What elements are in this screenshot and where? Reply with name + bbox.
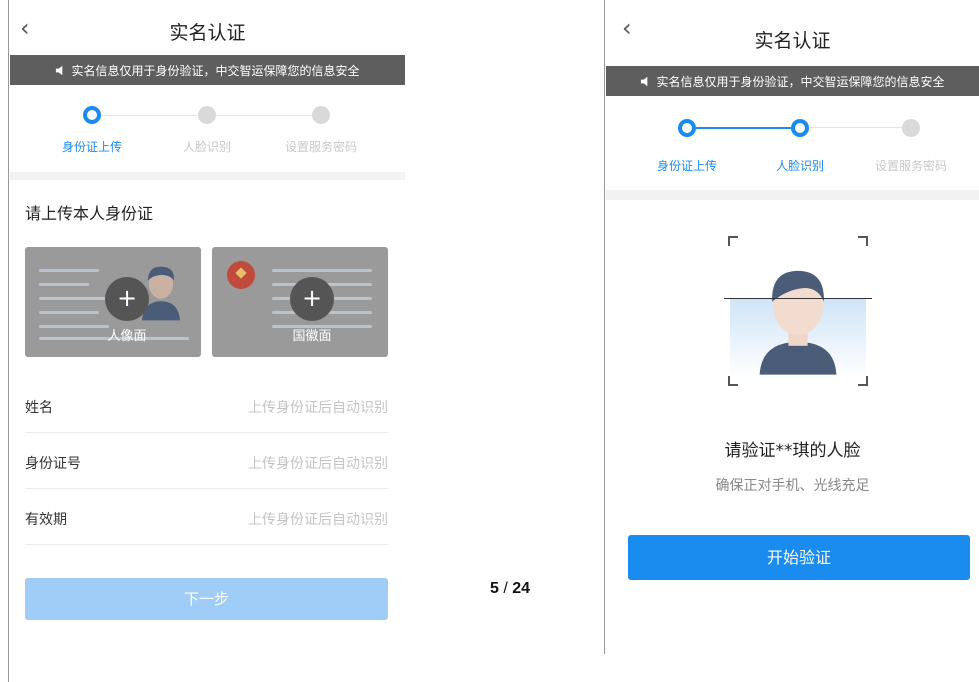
add-emblem-button[interactable]: + [290, 277, 334, 321]
progress-steps: 身份证上传 人脸识别 设置服务密码 [606, 117, 979, 187]
face-scan-frame [724, 236, 872, 386]
next-button[interactable]: 下一步 [25, 578, 388, 620]
page-current: 5 [490, 580, 499, 597]
section-divider [10, 172, 405, 180]
step-label-1: 身份证上传 [656, 159, 717, 173]
step-label-2: 人脸识别 [775, 159, 824, 173]
start-verify-button[interactable]: 开始验证 [628, 535, 970, 580]
security-notice: 实名信息仅用于身份验证，中交智运保障您的信息安全 [606, 66, 979, 96]
screen-divider [604, 0, 605, 654]
page-title: 实名认证 [754, 30, 831, 52]
name-label: 姓名 [25, 400, 53, 416]
frame-corner [728, 236, 738, 246]
emblem-label: 国徽面 [292, 329, 332, 344]
step-connector [100, 115, 197, 116]
step-label-3: 设置服务密码 [874, 159, 947, 173]
speaker-icon [56, 65, 63, 75]
add-portrait-button[interactable]: + [105, 277, 149, 321]
step-dot-1 [83, 106, 101, 124]
face-avatar-icon [759, 270, 837, 375]
page-border-left [8, 0, 9, 682]
name-field[interactable]: 上传身份证后自动识别 [248, 397, 388, 417]
card-line [39, 283, 89, 286]
page-total: 24 [512, 580, 531, 597]
id-number-field[interactable]: 上传身份证后自动识别 [248, 453, 388, 473]
form-row-validity[interactable]: 有效期 上传身份证后自动识别 [25, 489, 388, 545]
verify-hint: 确保正对手机、光线充足 [715, 478, 870, 494]
upload-section-title: 请上传本人身份证 [25, 204, 154, 223]
card-line [39, 297, 109, 300]
portrait-label: 人像面 [107, 329, 147, 344]
id-number-label: 身份证号 [25, 456, 81, 472]
upload-card-emblem[interactable]: + 国徽面 [212, 247, 388, 357]
left-screen: ‹ 实名认证 实名信息仅用于身份验证，中交智运保障您的信息安全 身份证上传 人脸… [10, 0, 405, 682]
step-connector [696, 127, 793, 129]
upload-card-portrait[interactable]: + 人像面 [25, 247, 201, 357]
page-separator: / [503, 580, 508, 597]
emblem-icon [227, 261, 255, 289]
step-dot-1 [678, 119, 696, 137]
card-line [272, 269, 372, 272]
step-label-3: 设置服务密码 [284, 140, 357, 154]
section-divider [606, 190, 979, 200]
step-connector [809, 127, 904, 128]
step-dot-3 [902, 119, 920, 137]
progress-steps: 身份证上传 人脸识别 设置服务密码 [10, 100, 405, 170]
step-label-1: 身份证上传 [61, 140, 122, 154]
verify-title: 请验证**琪的人脸 [724, 441, 861, 461]
nav-bar: ‹ 实名认证 [606, 0, 979, 54]
form-row-name[interactable]: 姓名 上传身份证后自动识别 [25, 377, 388, 433]
right-screen: ‹ 实名认证 实名信息仅用于身份验证，中交智运保障您的信息安全 身份证上传 人脸… [606, 0, 979, 654]
step-connector [215, 115, 312, 116]
page-title: 实名认证 [169, 22, 246, 44]
step-dot-3 [312, 106, 330, 124]
validity-field[interactable]: 上传身份证后自动识别 [248, 509, 388, 529]
notice-text: 实名信息仅用于身份验证，中交智运保障您的信息安全 [656, 74, 945, 89]
card-line [39, 269, 99, 272]
step-dot-2 [198, 106, 216, 124]
nav-bar: ‹ 实名认证 [10, 0, 405, 54]
card-line [39, 311, 99, 314]
speaker-icon [641, 76, 648, 86]
security-notice: 实名信息仅用于身份验证，中交智运保障您的信息安全 [10, 55, 405, 85]
form-row-id-number[interactable]: 身份证号 上传身份证后自动识别 [25, 433, 388, 489]
step-label-2: 人脸识别 [182, 140, 231, 154]
scan-line [724, 298, 872, 299]
notice-text: 实名信息仅用于身份验证，中交智运保障您的信息安全 [71, 63, 360, 78]
step-dot-2 [791, 119, 809, 137]
page-indicator: 5 / 24 [490, 580, 530, 598]
frame-corner [858, 236, 868, 246]
validity-label: 有效期 [25, 512, 67, 528]
